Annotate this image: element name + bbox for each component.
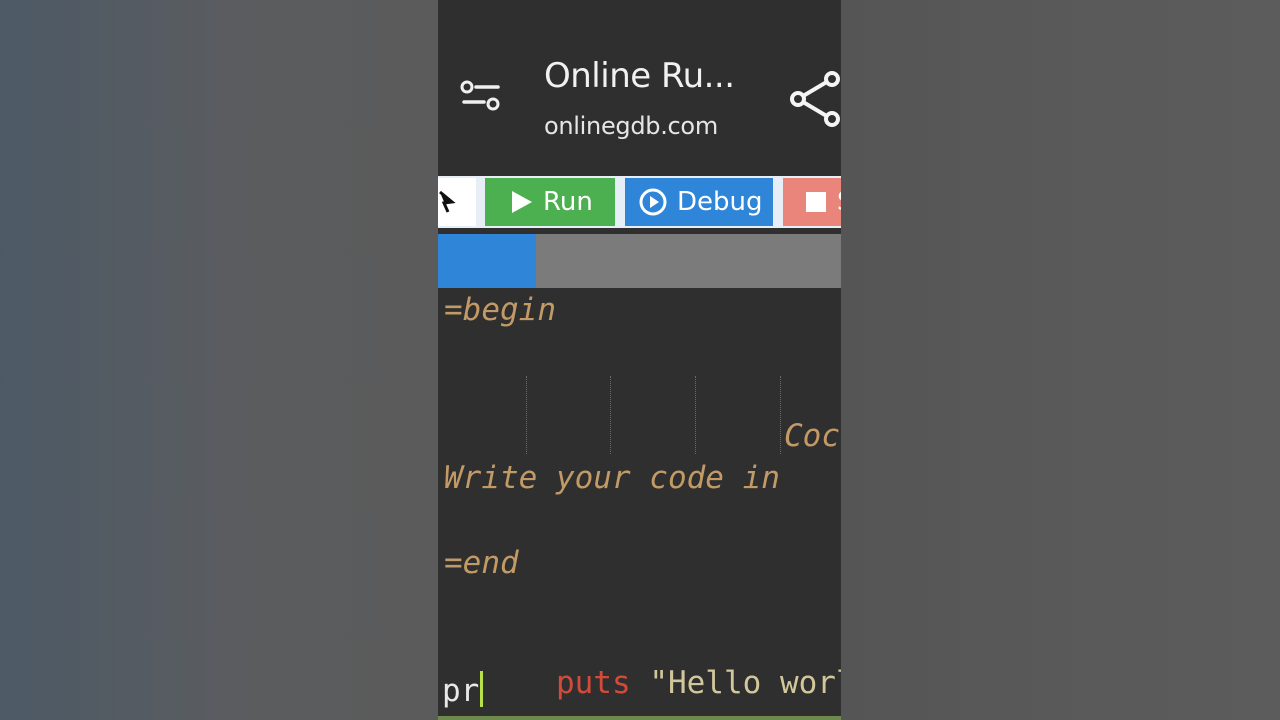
- stop-square-icon: [806, 192, 826, 212]
- phone-screen: Online Ru... onlinegdb.com Run Debug =be…: [438, 0, 841, 720]
- debug-button-label: Debug: [677, 187, 763, 217]
- ide-toolbar: Run Debug S: [438, 176, 841, 228]
- debug-play-circle-icon: [639, 188, 667, 216]
- run-button[interactable]: Run: [485, 178, 615, 226]
- code-line-typing: pr: [442, 671, 484, 709]
- code-line-begin: =begin: [444, 292, 556, 328]
- debug-button[interactable]: Debug: [625, 178, 773, 226]
- tune-icon[interactable]: [460, 80, 502, 116]
- editor-bottom-edge: [438, 716, 841, 720]
- code-line-puts: puts "Hello world": [444, 629, 841, 720]
- indent-guide: [780, 376, 781, 454]
- page-title: Online Ru...: [544, 56, 735, 96]
- cursor-icon: [439, 190, 456, 213]
- code-line-fragment: Coc: [784, 418, 840, 454]
- share-icon[interactable]: [788, 70, 841, 128]
- code-line-end: =end: [444, 545, 519, 581]
- indent-guide: [610, 376, 611, 454]
- indent-guide: [695, 376, 696, 454]
- text-cursor: [480, 671, 484, 707]
- stop-button-label: S: [837, 187, 841, 217]
- code-editor[interactable]: =begin Coc Write your code in =end puts …: [438, 288, 841, 720]
- play-icon: [512, 191, 532, 213]
- hello-string: "Hello world": [649, 665, 841, 701]
- typed-text: pr: [442, 673, 480, 709]
- browser-header: Online Ru... onlinegdb.com: [438, 0, 841, 176]
- code-line-write: Write your code in: [444, 460, 780, 496]
- toolbar-left-button[interactable]: [438, 178, 476, 226]
- indent-guide: [526, 376, 527, 454]
- run-button-label: Run: [543, 187, 593, 217]
- stop-button[interactable]: S: [783, 178, 841, 226]
- page-url[interactable]: onlinegdb.com: [544, 112, 718, 140]
- active-file-tab[interactable]: [438, 234, 536, 288]
- puts-keyword: puts: [555, 665, 631, 701]
- file-tab-bar: [438, 234, 841, 288]
